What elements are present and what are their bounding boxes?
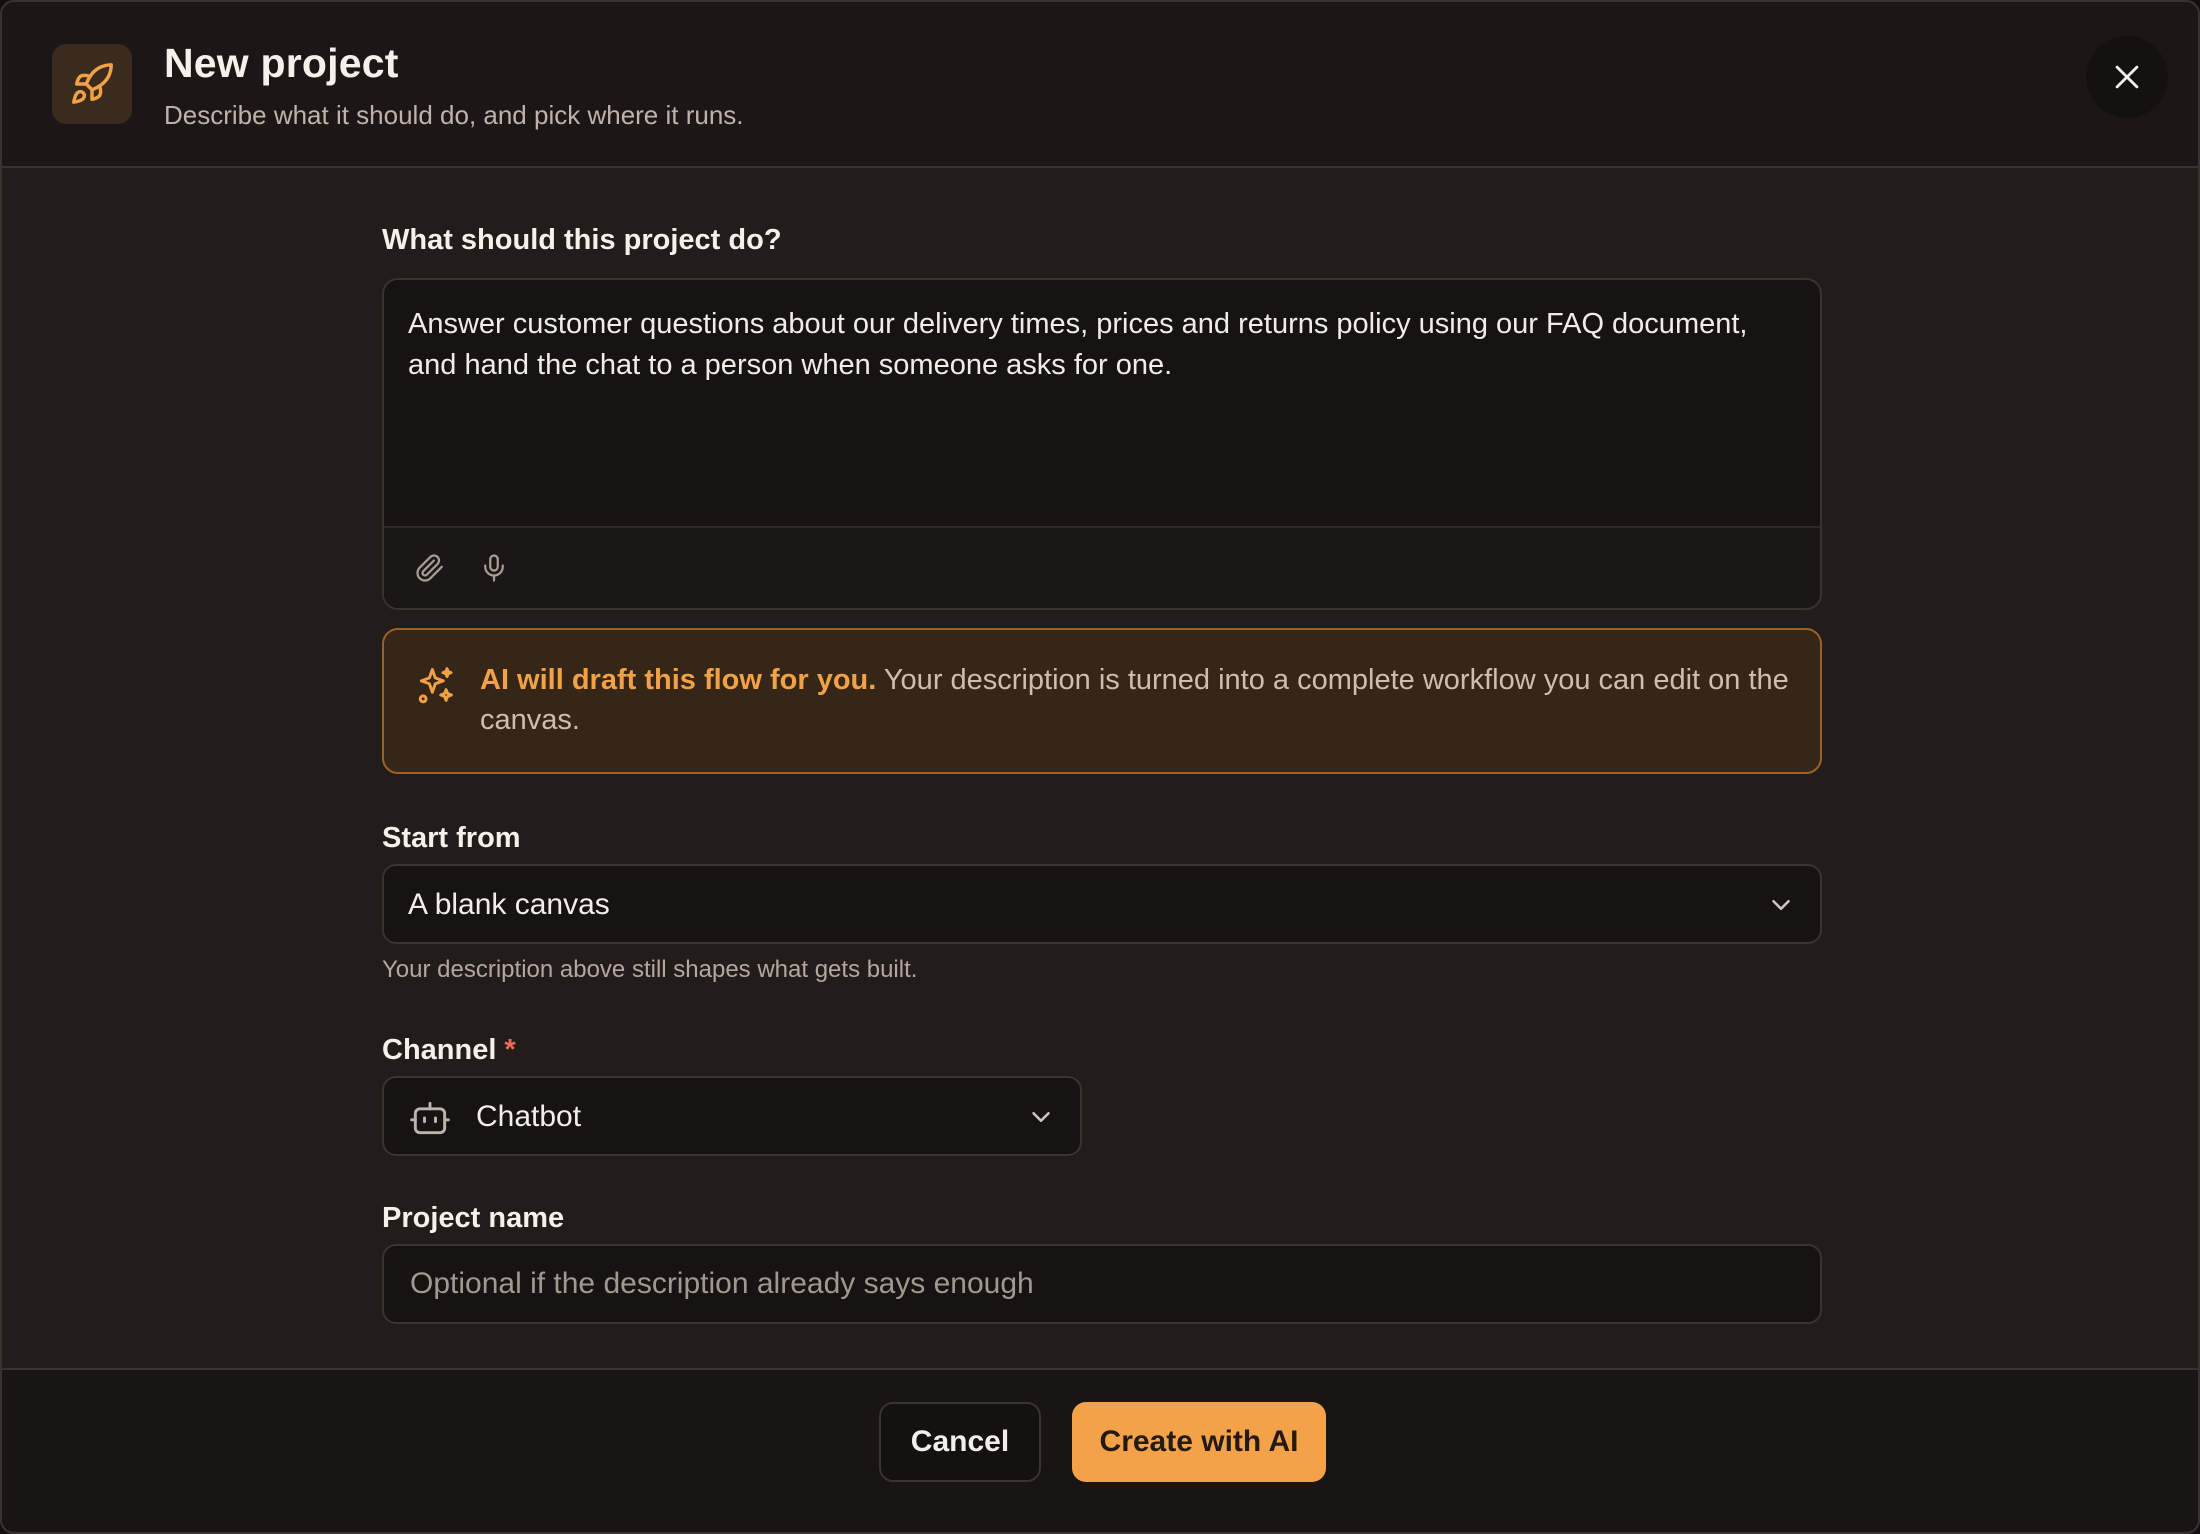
chevron-down-icon (1032, 1112, 1050, 1122)
description-textarea[interactable]: Answer customer questions about our deli… (382, 278, 1822, 610)
cancel-button[interactable]: Cancel (879, 1402, 1041, 1482)
description-text[interactable]: Answer customer questions about our deli… (408, 304, 1798, 386)
close-icon (2115, 65, 2139, 89)
channel-value: Chatbot (476, 1100, 582, 1133)
dialog-subtitle: Describe what it should do, and pick whe… (164, 100, 744, 130)
create-with-ai-button[interactable]: Create with AI (1072, 1402, 1326, 1482)
rocket-icon (52, 44, 132, 124)
textarea-toolbar (384, 526, 1820, 608)
start-from-label: Start from (382, 822, 521, 854)
dialog-footer: Cancel Create with AI (2, 1368, 2198, 1532)
ai-callout-text: AI will draft this flow for you. Your de… (480, 660, 1800, 740)
channel-label-text: Channel (382, 1034, 497, 1066)
sparkles-icon (414, 664, 458, 708)
channel-label: Channel * (382, 1034, 516, 1067)
required-marker: * (504, 1034, 516, 1066)
new-project-dialog: New project Describe what it should do, … (0, 0, 2200, 1534)
ai-callout-strong: AI will draft this flow for you. (480, 664, 877, 696)
start-from-help: Your description above still shapes what… (382, 956, 918, 983)
start-from-value: A blank canvas (408, 888, 610, 921)
close-button[interactable] (2086, 36, 2168, 118)
start-from-select[interactable]: A blank canvas (382, 864, 1822, 944)
robot-icon (410, 1101, 450, 1135)
project-name-input[interactable] (408, 1246, 1788, 1322)
channel-select[interactable]: Chatbot (382, 1076, 1082, 1156)
chevron-down-icon (1772, 900, 1790, 910)
project-name-field[interactable] (382, 1244, 1822, 1324)
ai-draft-callout: AI will draft this flow for you. Your de… (382, 628, 1822, 774)
microphone-icon[interactable] (476, 550, 512, 586)
dialog-title: New project (164, 40, 399, 86)
description-label: What should this project do? (382, 224, 782, 256)
paperclip-icon[interactable] (412, 550, 448, 586)
dialog-header: New project Describe what it should do, … (2, 2, 2198, 168)
project-name-label: Project name (382, 1202, 565, 1234)
